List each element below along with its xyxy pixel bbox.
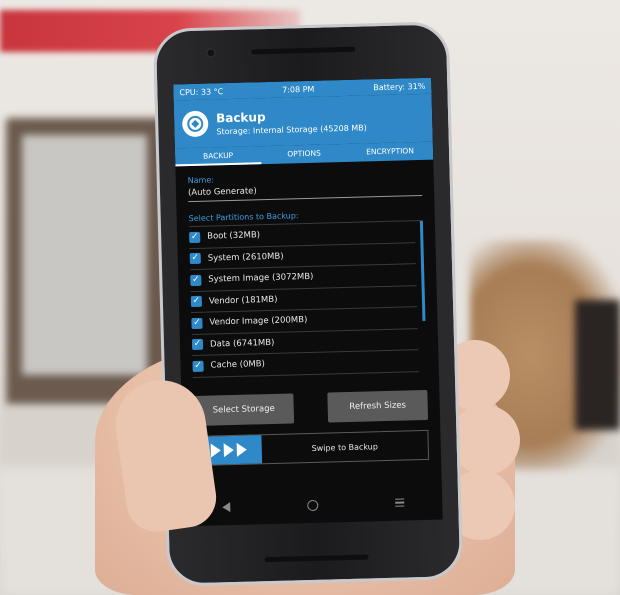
select-storage-button[interactable]: Select Storage xyxy=(193,393,295,427)
backup-content: Name: (Auto Generate) Select Partitions … xyxy=(175,160,438,379)
battery-level: Battery: 31% xyxy=(373,81,426,92)
checkbox-checked-icon[interactable]: ✓ xyxy=(192,360,204,372)
partition-label: System Image (3072MB) xyxy=(208,272,314,285)
photo-background: CPU: 33 °C 7:08 PM Battery: 31% Backup S… xyxy=(0,0,620,595)
navigation-bar xyxy=(184,484,443,527)
action-buttons: Select Storage Refresh Sizes xyxy=(181,372,440,427)
home-icon[interactable] xyxy=(307,499,319,511)
swipe-label: Swipe to Backup xyxy=(311,441,379,453)
twrp-logo-icon xyxy=(181,110,209,138)
refresh-sizes-button[interactable]: Refresh Sizes xyxy=(327,389,429,423)
checkbox-checked-icon[interactable]: ✓ xyxy=(189,253,201,265)
checkbox-checked-icon[interactable]: ✓ xyxy=(189,231,201,243)
clock: 7:08 PM xyxy=(282,84,315,95)
front-camera xyxy=(206,48,216,58)
storage-info: Storage: Internal Storage (45208 MB) xyxy=(216,122,367,136)
partition-list: ✓ Boot (32MB) ✓ System (2610MB) ✓ System… xyxy=(188,219,427,379)
page-title: Backup xyxy=(215,109,266,125)
swipe-to-backup-slider[interactable]: Swipe to Backup xyxy=(194,429,430,467)
checkbox-checked-icon[interactable]: ✓ xyxy=(190,296,203,308)
tab-backup[interactable]: BACKUP xyxy=(174,146,262,167)
bottom-speaker xyxy=(264,554,369,563)
checkbox-checked-icon[interactable]: ✓ xyxy=(191,317,203,329)
app-header: Backup Storage: Internal Storage (45208 … xyxy=(173,93,433,149)
background-dark-object xyxy=(575,300,620,430)
tab-options[interactable]: OPTIONS xyxy=(261,144,347,164)
back-icon[interactable] xyxy=(222,502,231,513)
arrow-right-icon xyxy=(236,442,247,457)
menu-icon[interactable] xyxy=(394,498,404,508)
partition-label: Cache (0MB) xyxy=(210,359,266,371)
partition-label: System (2610MB) xyxy=(207,251,284,264)
checkbox-checked-icon[interactable]: ✓ xyxy=(191,339,204,351)
partition-label: Vendor Image (200MB) xyxy=(209,315,308,328)
phone-screen: CPU: 33 °C 7:08 PM Battery: 31% Backup S… xyxy=(173,77,443,527)
scrollbar[interactable] xyxy=(419,220,426,322)
arrow-right-icon xyxy=(223,442,234,458)
arrow-right-icon xyxy=(210,443,221,458)
checkbox-checked-icon[interactable]: ✓ xyxy=(190,274,202,286)
tab-encryption[interactable]: ENCRYPTION xyxy=(347,142,433,162)
partition-label: Vendor (181MB) xyxy=(208,294,278,307)
cpu-temperature: CPU: 33 °C xyxy=(179,86,224,97)
partition-label: Data (6741MB) xyxy=(209,337,275,350)
background-picture xyxy=(22,135,147,375)
partition-label: Boot (32MB) xyxy=(207,230,261,242)
top-speaker xyxy=(251,46,356,55)
